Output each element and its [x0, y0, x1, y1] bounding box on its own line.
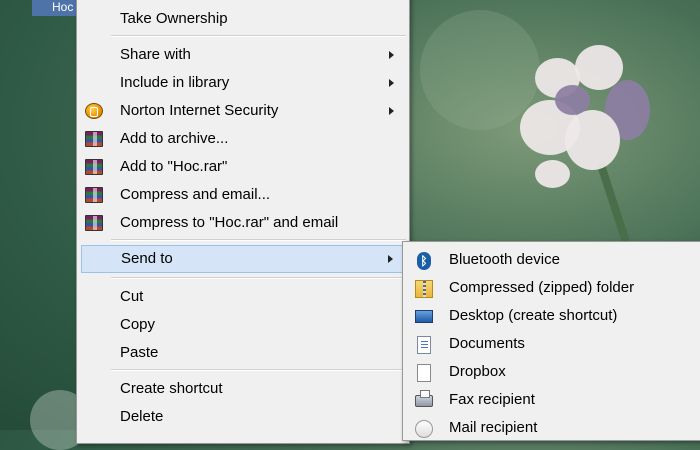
submenu-item-label: Bluetooth device: [449, 251, 560, 268]
send-to-fax-recipient[interactable]: Fax recipient: [405, 386, 695, 414]
mail-icon: [415, 420, 433, 438]
bluetooth-icon: ᛒ: [417, 252, 431, 270]
menu-item-paste[interactable]: Paste: [79, 339, 407, 367]
menu-separator: [111, 277, 406, 279]
submenu-item-label: Documents: [449, 335, 525, 352]
submenu-item-label: Desktop (create shortcut): [449, 307, 618, 324]
norton-icon: [85, 103, 103, 119]
menu-item-label: Compress to "Hoc.rar" and email: [120, 214, 339, 231]
menu-item-label: Include in library: [120, 74, 230, 91]
desktop-icon: [415, 310, 433, 323]
menu-item-norton[interactable]: Norton Internet Security: [79, 97, 407, 125]
menu-separator: [111, 369, 406, 371]
submenu-item-label: Fax recipient: [449, 391, 535, 408]
menu-item-compress-and-email[interactable]: Compress and email...: [79, 181, 407, 209]
send-to-documents[interactable]: Documents: [405, 330, 695, 358]
submenu-arrow-icon: [389, 79, 394, 87]
menu-item-label: Delete: [120, 408, 164, 425]
zip-folder-icon: [415, 280, 433, 298]
submenu-item-label: Dropbox: [449, 363, 506, 380]
submenu-arrow-icon: [388, 255, 393, 263]
menu-item-compress-to-hoc-rar-and-email[interactable]: Compress to "Hoc.rar" and email: [79, 209, 407, 237]
menu-item-include-in-library[interactable]: Include in library: [79, 69, 407, 97]
submenu-item-label: Mail recipient: [449, 419, 538, 436]
menu-item-add-to-archive[interactable]: Add to archive...: [79, 125, 407, 153]
send-to-compressed-folder[interactable]: Compressed (zipped) folder: [405, 274, 695, 302]
winrar-icon: [85, 131, 103, 147]
menu-item-cut[interactable]: Cut: [79, 283, 407, 311]
send-to-desktop[interactable]: Desktop (create shortcut): [405, 302, 695, 330]
menu-item-label: Compress and email...: [120, 186, 271, 203]
menu-item-label: Copy: [120, 316, 156, 333]
winrar-icon: [85, 187, 103, 203]
wallpaper-flower: [515, 40, 665, 210]
menu-item-send-to[interactable]: Send to: [81, 245, 405, 273]
send-to-bluetooth-device[interactable]: ᛒ Bluetooth device: [405, 246, 695, 274]
menu-separator: [111, 239, 406, 241]
menu-item-label: Norton Internet Security: [120, 102, 279, 119]
desktop-folder-label[interactable]: Hoc: [32, 0, 80, 16]
menu-item-label: Paste: [120, 344, 159, 361]
dropbox-icon: [417, 364, 431, 382]
send-to-dropbox[interactable]: Dropbox: [405, 358, 695, 386]
menu-item-delete[interactable]: Delete: [79, 403, 407, 431]
winrar-icon: [85, 215, 103, 231]
send-to-submenu: ᛒ Bluetooth device Compressed (zipped) f…: [402, 241, 700, 441]
menu-item-label: Share with: [120, 46, 191, 63]
menu-item-take-ownership[interactable]: Take Ownership: [79, 5, 407, 33]
submenu-arrow-icon: [389, 51, 394, 59]
winrar-icon: [85, 159, 103, 175]
menu-item-label: Add to archive...: [120, 130, 229, 147]
menu-item-label: Cut: [120, 288, 144, 305]
menu-item-label: Create shortcut: [120, 380, 223, 397]
send-to-mail-recipient[interactable]: Mail recipient: [405, 414, 695, 442]
submenu-arrow-icon: [389, 107, 394, 115]
menu-item-label: Take Ownership: [120, 10, 228, 27]
context-menu: Take Ownership Share with Include in lib…: [76, 0, 410, 444]
menu-item-create-shortcut[interactable]: Create shortcut: [79, 375, 407, 403]
menu-separator: [111, 35, 406, 37]
menu-item-add-to-hoc-rar[interactable]: Add to "Hoc.rar": [79, 153, 407, 181]
menu-item-share-with[interactable]: Share with: [79, 41, 407, 69]
fax-icon: [415, 390, 433, 407]
menu-item-copy[interactable]: Copy: [79, 311, 407, 339]
documents-icon: [417, 336, 431, 354]
menu-item-label: Send to: [121, 250, 173, 267]
menu-item-label: Add to "Hoc.rar": [120, 158, 228, 175]
submenu-item-label: Compressed (zipped) folder: [449, 279, 635, 296]
